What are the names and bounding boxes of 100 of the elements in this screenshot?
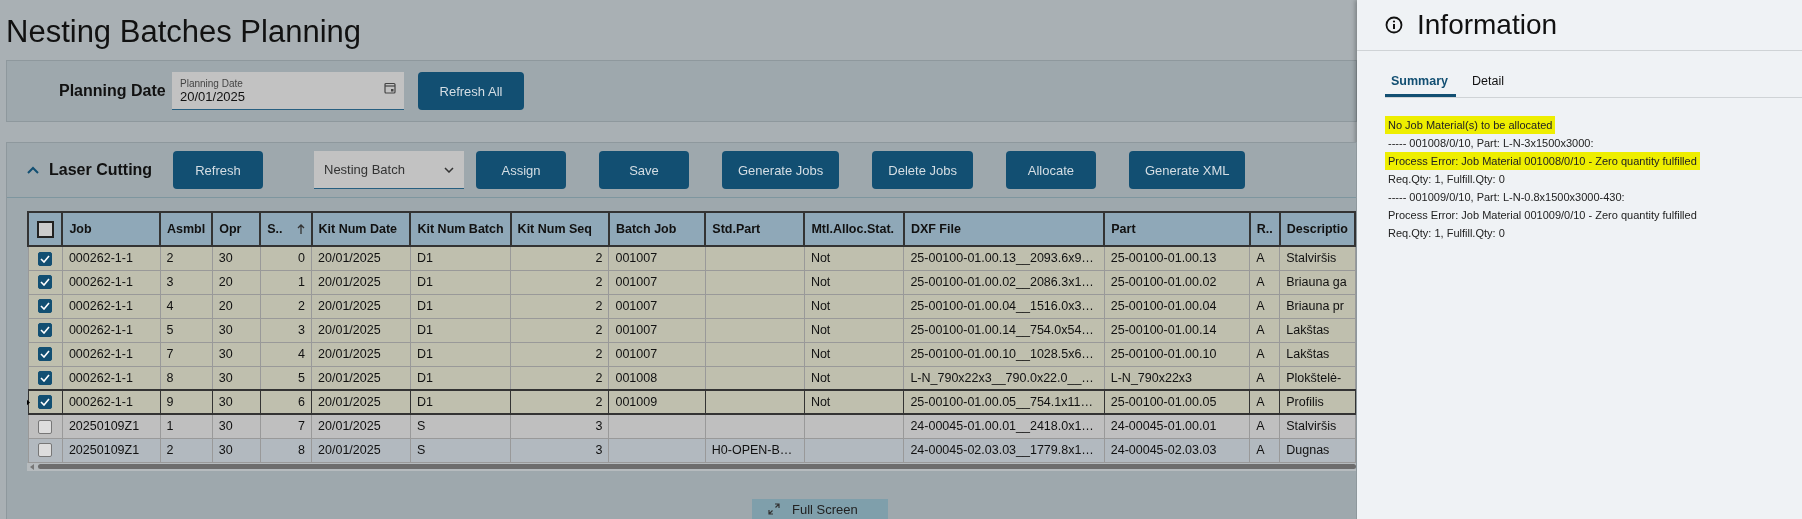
table-cell: 30: [212, 246, 261, 270]
column-header[interactable]: R..: [1249, 212, 1280, 246]
full-screen-button[interactable]: Full Screen: [752, 499, 888, 519]
table-cell: Briauna ga: [1279, 270, 1355, 294]
message-line: ----- 001008/0/10, Part: L-N-3x1500x3000:: [1387, 136, 1595, 151]
table-cell: 3: [510, 414, 609, 438]
table-cell: 30: [212, 342, 261, 366]
table-cell: Not: [804, 270, 904, 294]
table-cell: Lakštas: [1279, 342, 1355, 366]
table-cell: 2: [160, 438, 213, 462]
table-cell: S: [410, 414, 511, 438]
table-cell: 001007: [608, 318, 706, 342]
column-header-label: S..: [267, 222, 283, 236]
toolbar-button[interactable]: Generate Jobs: [722, 151, 840, 189]
table-cell: 20/01/2025: [311, 294, 411, 318]
expand-icon: [768, 503, 780, 515]
table-row[interactable]: 20250109Z1 1 30 7 20/01/2025 S 3 24-00045-01.00.01__2418.0x1… 24-00045-01.00.01 A Stalviršis: [28, 414, 1355, 438]
table-row[interactable]: 000262-1-1 8 30 5 20/01/2025 D1 2 001008 Not L-N_790x22x3__790.0x22.0__… L-N_790x22x3 A Plokštelė-: [28, 366, 1355, 390]
horizontal-scrollbar[interactable]: [27, 462, 1356, 471]
table-cell: A: [1249, 438, 1280, 462]
table-cell: 24-00045-02.03.03: [1104, 438, 1250, 462]
table-cell: Dugnas: [1279, 438, 1355, 462]
column-header[interactable]: S..: [260, 212, 312, 246]
toolbar-button[interactable]: Refresh: [173, 151, 263, 189]
row-checkbox[interactable]: [38, 395, 53, 410]
table-cell: 4: [160, 294, 213, 318]
toolbar-button[interactable]: Delete Jobs: [872, 151, 973, 189]
table-cell: 7: [260, 414, 312, 438]
planning-date-label: Planning Date: [59, 82, 166, 100]
column-header[interactable]: Std.Part: [705, 212, 805, 246]
table-cell: 25-00100-01.00.05__754.1x11…: [903, 390, 1105, 414]
table-cell: 000262-1-1: [62, 294, 161, 318]
table-cell: 2: [510, 342, 609, 366]
chevron-up-icon[interactable]: [27, 166, 39, 174]
table-row[interactable]: 000262-1-1 2 30 0 20/01/2025 D1 2 001007 Not 25-00100-01.00.13__2093.6x9… 25-00100-01.00.13 A Stalviršis: [28, 246, 1355, 270]
table-cell: 20250109Z1: [62, 438, 161, 462]
table-row[interactable]: 000262-1-1 4 20 2 20/01/2025 D1 2 001007 Not 25-00100-01.00.04__1516.0x3… 25-00100-01.00.04 A Briauna pr: [28, 294, 1355, 318]
table-cell: 20: [212, 294, 261, 318]
date-field[interactable]: Planning Date 20/01/2025: [172, 72, 404, 110]
column-header[interactable]: Kit Num Batch: [410, 212, 511, 246]
table-row[interactable]: 000262-1-1 7 30 4 20/01/2025 D1 2 001007 Not 25-00100-01.00.10__1028.5x6… 25-00100-01.00.10 A Lakštas: [28, 342, 1355, 366]
table-cell: D1: [410, 294, 511, 318]
table-row[interactable]: 000262-1-1 3 20 1 20/01/2025 D1 2 001007 Not 25-00100-01.00.02__2086.3x1… 25-00100-01.00.02 A Briauna ga: [28, 270, 1355, 294]
date-input[interactable]: 20/01/2025: [180, 88, 360, 104]
table-row[interactable]: 20250109Z1 2 30 8 20/01/2025 S 3 H0-OPEN-B… 24-00045-02.03.03__1779.8x1… 24-00045-02.03.03 A Dugnas: [28, 438, 1355, 462]
table-cell: 25-00100-01.00.04: [1104, 294, 1250, 318]
table-cell: 25-00100-01.00.13: [1104, 246, 1250, 270]
calendar-icon[interactable]: [384, 82, 396, 94]
table-cell: 1: [260, 270, 312, 294]
table-cell: 3: [510, 438, 609, 462]
row-checkbox[interactable]: [38, 299, 53, 314]
row-checkbox[interactable]: [38, 347, 53, 362]
toolbar-button[interactable]: Generate XML: [1128, 151, 1246, 189]
table-cell: H0-OPEN-B…: [705, 438, 805, 462]
column-header[interactable]: Job: [62, 212, 161, 246]
column-header[interactable]: Part: [1104, 212, 1250, 246]
table-cell: 001007: [608, 342, 706, 366]
select-all-checkbox[interactable]: [36, 220, 54, 238]
table-cell: 0: [260, 246, 312, 270]
column-header[interactable]: Kit Num Seq: [510, 212, 609, 246]
table-row[interactable]: 000262-1-1 5 30 3 20/01/2025 D1 2 001007 Not 25-00100-01.00.14__754.0x54… 25-00100-01.00.14 A Lakštas: [28, 318, 1355, 342]
column-header[interactable]: DXF File: [903, 212, 1105, 246]
table-cell: 25-00100-01.00.14__754.0x54…: [903, 318, 1105, 342]
column-header[interactable]: Mtl.Alloc.Stat.: [804, 212, 904, 246]
table-cell: Briauna pr: [1279, 294, 1355, 318]
table-cell: A: [1249, 318, 1280, 342]
row-checkbox[interactable]: [38, 275, 53, 290]
panel-tab[interactable]: Detail: [1466, 71, 1512, 97]
message-line: ----- 001009/0/10, Part: L-N-0.8x1500x3000-430:: [1387, 190, 1626, 205]
table-cell: A: [1249, 270, 1280, 294]
table-cell: 3: [160, 270, 213, 294]
column-header[interactable]: Descriptio: [1279, 212, 1355, 246]
row-checkbox[interactable]: [38, 419, 53, 434]
refresh-all-button[interactable]: Refresh All: [418, 72, 524, 110]
column-header[interactable]: Kit Num Date: [311, 212, 411, 246]
row-checkbox[interactable]: [38, 443, 53, 458]
table-cell: 24-00045-01.00.01: [1104, 414, 1250, 438]
table-cell: 000262-1-1: [62, 270, 161, 294]
batch-dropdown[interactable]: Nesting Batch: [314, 151, 464, 189]
column-header[interactable]: Batch Job: [608, 212, 706, 246]
row-checkbox[interactable]: [38, 323, 53, 338]
toolbar-button[interactable]: Save: [599, 151, 689, 189]
column-header[interactable]: Opr: [212, 212, 261, 246]
table-cell: 8: [260, 438, 312, 462]
table-cell: Not: [804, 318, 904, 342]
row-checkbox[interactable]: [38, 251, 53, 266]
table-cell: 25-00100-01.00.13__2093.6x9…: [903, 246, 1105, 270]
table-cell: D1: [410, 342, 511, 366]
table-row[interactable]: 000262-1-1 9 30 6 20/01/2025 D1 2 001009 Not 25-00100-01.00.05__754.1x11… 25-00100-01.00.05 A Profilis: [28, 390, 1355, 414]
message-line: Process Error: Job Material 001009/0/10 - Zero quantity fulfilled: [1387, 208, 1698, 223]
table-cell: 2: [510, 294, 609, 318]
panel-tab[interactable]: Summary: [1385, 71, 1456, 97]
table-cell: 000262-1-1: [62, 342, 161, 366]
table-cell: 30: [212, 438, 261, 462]
table-cell: Stalviršis: [1279, 414, 1355, 438]
table-cell: 4: [260, 342, 312, 366]
column-header[interactable]: Asmbl: [160, 212, 213, 246]
row-checkbox[interactable]: [38, 371, 53, 386]
toolbar-button[interactable]: Allocate: [1005, 151, 1096, 189]
toolbar-button[interactable]: Assign: [476, 151, 566, 189]
